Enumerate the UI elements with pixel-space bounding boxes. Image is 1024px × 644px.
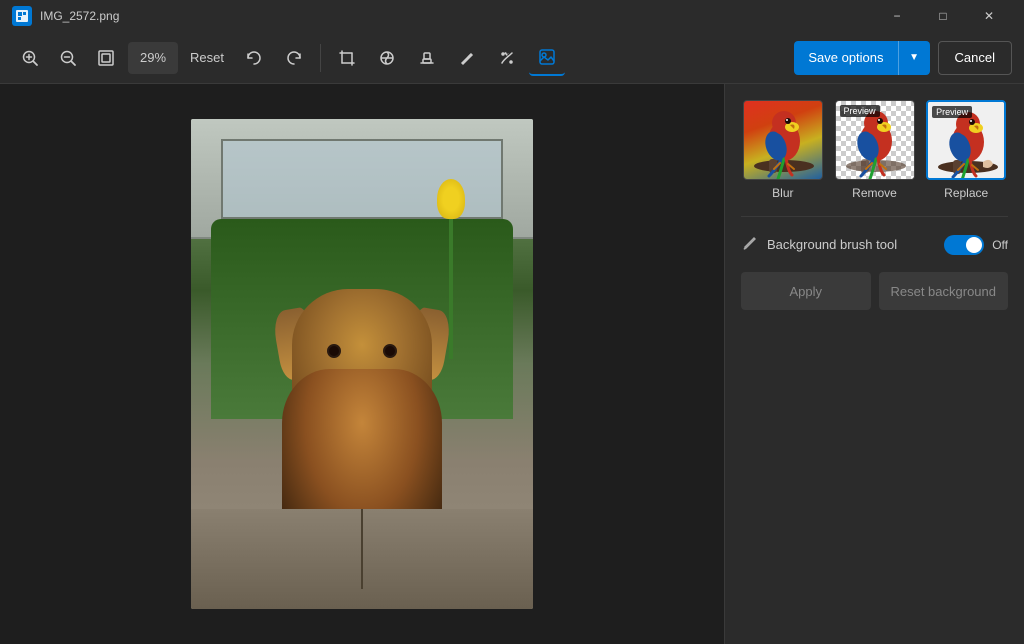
image-tulip-flower <box>437 179 465 219</box>
bg-remove-label: Remove <box>852 186 897 200</box>
right-panel: Blur Preview <box>724 84 1024 644</box>
main-image <box>191 119 533 609</box>
zoom-out-button[interactable] <box>50 40 86 76</box>
magic-tool-button[interactable] <box>489 40 525 76</box>
toolbar: 29% Reset <box>0 32 1024 84</box>
window-controls: − □ ✕ <box>874 0 1012 32</box>
toggle-state-label: Off <box>992 238 1008 252</box>
bg-thumb-blur <box>743 100 823 180</box>
bg-option-blur[interactable]: Blur <box>741 100 825 200</box>
brush-tool-label: Background brush tool <box>767 237 936 252</box>
save-options-button[interactable]: Save options ▼ <box>794 41 929 75</box>
crop-tool-button[interactable] <box>329 40 365 76</box>
toggle-knob <box>966 237 982 253</box>
bg-option-remove[interactable]: Preview <box>833 100 917 200</box>
undo-button[interactable] <box>236 40 272 76</box>
redo-button[interactable] <box>276 40 312 76</box>
toolbar-right: Save options ▼ Cancel <box>794 41 1012 75</box>
maximize-button[interactable]: □ <box>920 0 966 32</box>
brush-icon <box>741 233 759 256</box>
bg-blur-label: Blur <box>772 186 793 200</box>
brush-tool-toggle[interactable] <box>944 235 984 255</box>
image-ground <box>191 509 533 609</box>
window-title: IMG_2572.png <box>40 9 874 23</box>
zoom-level: 29% <box>128 42 178 74</box>
app-icon <box>12 6 32 26</box>
brush-tool-row: Background brush tool Off <box>741 233 1008 256</box>
image-dog-eyes <box>327 344 397 358</box>
action-buttons: Apply Reset background <box>741 272 1008 310</box>
image-dog-eye-right <box>383 344 397 358</box>
canvas-area <box>0 84 724 644</box>
fit-view-button[interactable] <box>88 40 124 76</box>
image-dog-eye-left <box>327 344 341 358</box>
bg-thumb-replace: Preview <box>926 100 1006 180</box>
background-tool-button[interactable] <box>529 40 565 76</box>
blur-parrot-svg <box>744 101 823 180</box>
panel-divider <box>741 216 1008 217</box>
draw-tool-button[interactable] <box>449 40 485 76</box>
bg-thumb-remove: Preview <box>835 100 915 180</box>
reset-background-button[interactable]: Reset background <box>879 272 1009 310</box>
main-area: Blur Preview <box>0 84 1024 644</box>
apply-button[interactable]: Apply <box>741 272 871 310</box>
replace-preview-badge: Preview <box>932 106 972 118</box>
background-options: Blur Preview <box>741 100 1008 200</box>
zoom-controls <box>12 40 124 76</box>
zoom-in-button[interactable] <box>12 40 48 76</box>
adjust-tool-button[interactable] <box>369 40 405 76</box>
close-button[interactable]: ✕ <box>966 0 1012 32</box>
minimize-button[interactable]: − <box>874 0 920 32</box>
stamp-tool-button[interactable] <box>409 40 445 76</box>
image-ground-crack <box>361 509 363 589</box>
toolbar-divider-1 <box>320 44 321 72</box>
bg-replace-label: Replace <box>944 186 988 200</box>
save-options-arrow-icon: ▼ <box>898 41 930 75</box>
image-container <box>191 119 533 609</box>
remove-preview-badge: Preview <box>840 105 880 117</box>
toggle-container: Off <box>944 235 1008 255</box>
bg-option-replace[interactable]: Preview <box>924 100 1008 200</box>
cancel-button[interactable]: Cancel <box>938 41 1012 75</box>
title-bar: IMG_2572.png − □ ✕ <box>0 0 1024 32</box>
reset-button[interactable]: Reset <box>182 40 232 76</box>
